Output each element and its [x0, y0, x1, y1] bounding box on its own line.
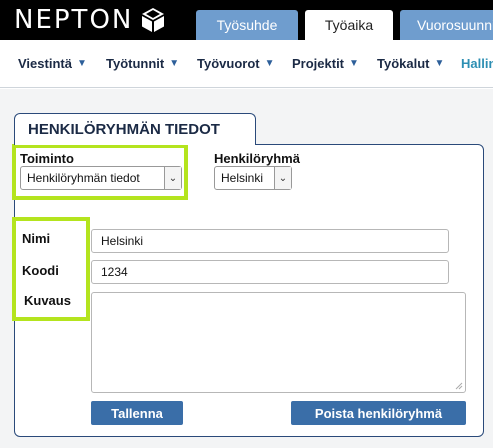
nav-item-tyokalut[interactable]: Työkalut ▼	[377, 56, 444, 71]
nav-item-viestinta[interactable]: Viestintä ▼	[18, 56, 87, 71]
code-label: Koodi	[22, 263, 59, 278]
description-label: Kuvaus	[24, 293, 71, 308]
resize-handle-icon[interactable]	[455, 382, 463, 390]
code-input[interactable]: 1234	[91, 260, 449, 284]
tab-vuorosuunnittelu[interactable]: Vuorosuunnittelu	[400, 10, 493, 40]
group-select-value: Helsinki	[221, 171, 264, 185]
panel-title: HENKILÖRYHMÄN TIEDOT	[28, 121, 220, 138]
main-nav: Viestintä ▼ Työtunnit ▼ Työvuorot ▼ Projekt…	[0, 40, 493, 88]
logo-text: NEPTON	[14, 5, 134, 35]
nepton-logo[interactable]: NEPTON	[14, 5, 167, 35]
name-label: Nimi	[22, 231, 51, 246]
action-label: Toiminto	[20, 151, 74, 166]
nav-item-hallinta[interactable]: Hallinta	[461, 56, 493, 71]
description-textarea[interactable]	[91, 292, 466, 393]
nav-label: Projektit	[292, 56, 345, 71]
group-select[interactable]: Helsinki ⌄	[214, 166, 292, 190]
nav-label: Hallinta	[461, 56, 493, 71]
name-input[interactable]: Helsinki	[91, 229, 449, 253]
code-input-value: 1234	[101, 265, 128, 279]
top-bar: NEPTON Työsuhde Työaika Vuorosuunnittelu	[0, 0, 493, 40]
nav-label: Työvuorot	[197, 56, 260, 71]
cube-logo-icon	[142, 8, 165, 32]
save-button[interactable]: Tallenna	[91, 401, 183, 425]
chevron-down-icon: ▼	[264, 58, 275, 69]
panel-title-tab: HENKILÖRYHMÄN TIEDOT	[14, 113, 256, 145]
chevron-down-icon: ⌄	[274, 167, 291, 189]
chevron-down-icon: ▼	[76, 58, 87, 69]
tab-label: Työsuhde	[216, 17, 278, 33]
nav-item-tyovuorot[interactable]: Työvuorot ▼	[197, 56, 275, 71]
tab-tyosuhde[interactable]: Työsuhde	[196, 10, 298, 40]
tab-tyoaika[interactable]: Työaika	[305, 10, 393, 40]
chevron-down-icon: ▼	[349, 58, 359, 69]
action-select[interactable]: Henkilöryhmän tiedot ⌄	[20, 166, 182, 190]
chevron-down-icon: ▼	[434, 58, 445, 69]
delete-group-button[interactable]: Poista henkilöryhmä	[291, 401, 466, 425]
nav-item-tyotunnit[interactable]: Työtunnit ▼	[106, 56, 179, 71]
group-label: Henkilöryhmä	[214, 151, 300, 166]
nav-label: Työtunnit	[106, 56, 165, 71]
nav-label: Työkalut	[377, 56, 430, 71]
tab-label: Vuorosuunnittelu	[417, 17, 493, 33]
chevron-down-icon: ⌄	[164, 167, 181, 189]
nav-label: Viestintä	[18, 56, 72, 71]
tab-label: Työaika	[324, 17, 374, 33]
nav-item-projektit[interactable]: Projektit ▼	[292, 56, 359, 71]
chevron-down-icon: ▼	[169, 58, 180, 69]
action-select-value: Henkilöryhmän tiedot	[27, 171, 140, 185]
name-input-value: Helsinki	[101, 234, 144, 248]
